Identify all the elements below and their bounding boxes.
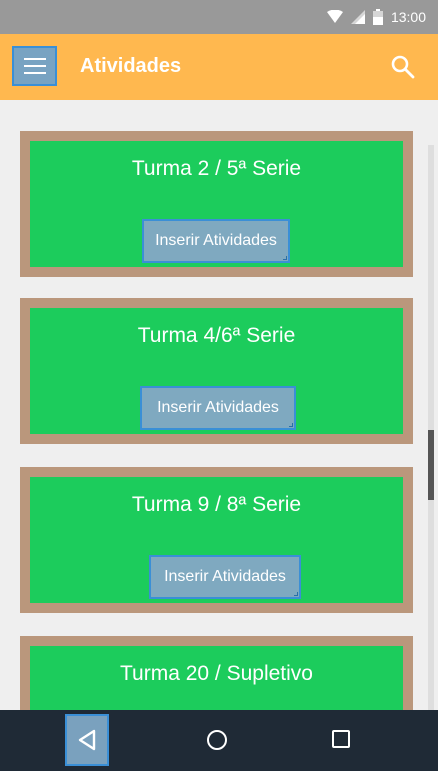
app-bar: Atividades [0, 34, 438, 100]
status-bar: 13:00 [0, 0, 438, 34]
battery-icon [372, 9, 383, 25]
back-triangle-icon [78, 729, 96, 751]
class-title: Turma 2 / 5ª Serie [131, 157, 302, 180]
hamburger-menu-icon[interactable] [12, 46, 57, 86]
class-title: Turma 9 / 8ª Serie [131, 493, 302, 516]
resize-handle-icon [289, 423, 293, 427]
class-card: Turma 4/6ª Serie Inserir Atividades [20, 298, 413, 444]
class-title: Turma 4/6ª Serie [137, 324, 296, 347]
class-card-inner: Turma 20 / Supletivo [30, 646, 403, 710]
class-card: Turma 2 / 5ª Serie Inserir Atividades [20, 131, 413, 277]
class-card: Turma 9 / 8ª Serie Inserir Atividades [20, 467, 413, 613]
class-title: Turma 20 / Supletivo [120, 662, 313, 685]
menu-bar-line [23, 72, 46, 74]
page-title: Atividades [80, 55, 182, 77]
scrollbar-track [428, 145, 434, 710]
wifi-icon [326, 10, 343, 23]
class-card-inner: Turma 4/6ª Serie Inserir Atividades [30, 308, 403, 434]
activity-list[interactable]: Turma 2 / 5ª Serie Inserir Atividades Tu… [0, 100, 438, 710]
insert-activities-label: Inserir Atividades [157, 399, 279, 416]
app-screen: 13:00 Atividades Turma 2 / 5ª Serie Inse… [0, 0, 438, 771]
insert-activities-label: Inserir Atividades [155, 232, 277, 249]
scrollbar-thumb[interactable] [428, 430, 434, 500]
resize-handle-icon [294, 592, 298, 596]
status-icons: 13:00 [326, 8, 426, 26]
insert-activities-label: Inserir Atividades [164, 568, 286, 585]
resize-handle-icon [283, 256, 287, 260]
class-card-inner: Turma 2 / 5ª Serie Inserir Atividades [30, 141, 403, 267]
menu-bar-line [23, 58, 46, 60]
recent-apps-icon[interactable] [332, 730, 350, 748]
status-time: 13:00 [390, 9, 426, 25]
insert-activities-button[interactable]: Inserir Atividades [142, 219, 290, 263]
class-card-inner: Turma 9 / 8ª Serie Inserir Atividades [30, 477, 403, 603]
navigation-bar [0, 710, 438, 771]
class-card: Turma 20 / Supletivo [20, 636, 413, 710]
home-icon[interactable] [207, 730, 227, 750]
menu-bar-line [23, 65, 46, 67]
signal-icon [350, 10, 365, 24]
insert-activities-button[interactable]: Inserir Atividades [140, 386, 296, 430]
insert-activities-button[interactable]: Inserir Atividades [149, 555, 301, 599]
back-icon[interactable] [65, 714, 109, 766]
search-icon[interactable] [390, 54, 416, 80]
